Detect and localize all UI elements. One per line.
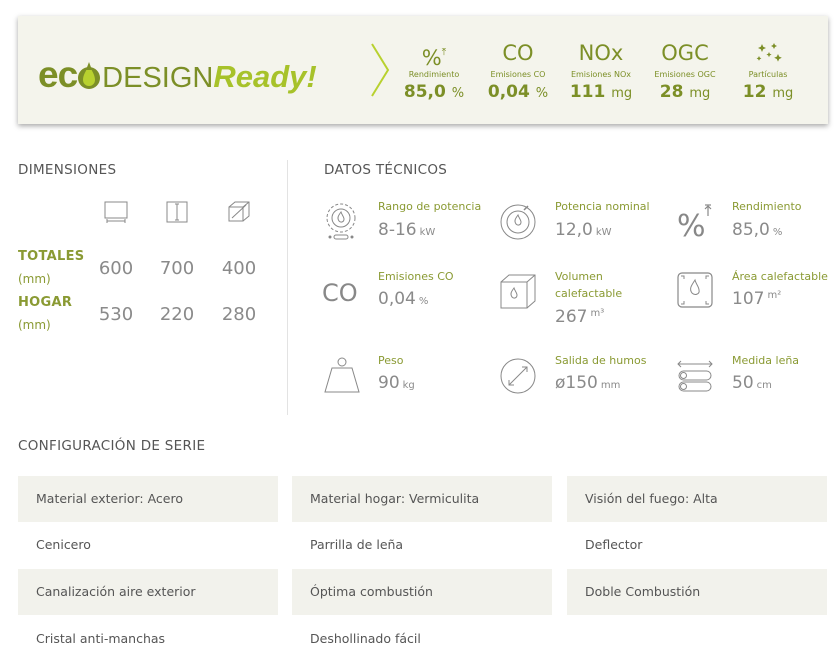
tech-label: Potencia nominal — [555, 200, 650, 213]
heated-area-icon — [677, 272, 713, 308]
dim-row-unit: (mm) — [18, 272, 51, 286]
metric-emisiones-co: CO Emisiones CO 0,04 % — [483, 36, 553, 102]
logo-design-text: DESIGN — [102, 62, 214, 94]
metric-value: 0,04 % — [487, 82, 549, 102]
tech-value: 85,0% — [732, 220, 783, 240]
percent-up-icon: %⤒ — [421, 46, 447, 70]
power-range-icon — [326, 203, 356, 240]
section-divider — [287, 160, 288, 415]
dim-row-unit: (mm) — [18, 318, 51, 332]
tech-label: Medida leña — [732, 354, 800, 367]
metric-label: Emisiones NOx — [570, 70, 632, 79]
dim-row-label: HOGAR — [18, 295, 73, 310]
dim-value: 600 — [98, 258, 134, 279]
config-item: Deflector — [585, 537, 643, 552]
tech-value: 90 kg — [378, 373, 415, 393]
leaf-drop-icon — [78, 62, 101, 89]
flue-outlet-icon — [500, 358, 536, 394]
dim-value: 280 — [221, 304, 257, 325]
tech-value: 0,04% — [378, 289, 429, 309]
efficiency-icon: % — [677, 204, 712, 242]
metric-label: Emisiones OGC — [654, 70, 716, 79]
metric-label: Rendimiento — [408, 70, 460, 79]
configuracion-title: CONFIGURACIÓN DE SERIE — [18, 438, 206, 454]
dim-row-label: TOTALES — [18, 249, 85, 264]
config-item: Visión del fuego: Alta — [567, 476, 827, 522]
config-item: Cenicero — [36, 537, 91, 552]
dim-value: 400 — [221, 258, 257, 279]
config-item: Deshollinado fácil — [310, 631, 421, 646]
tech-value: 8-16 kW — [378, 220, 436, 240]
logo-eco-text: ec — [38, 54, 78, 95]
datos-tecnicos-title: DATOS TÉCNICOS — [324, 162, 448, 178]
dimensiones-title: DIMENSIONES — [18, 162, 117, 178]
weight-icon — [324, 357, 360, 393]
co-icon: CO — [322, 279, 358, 307]
tech-value: 267 m³ — [555, 307, 605, 327]
metric-rendimiento: %⤒ Rendimiento 85,0 % — [401, 36, 467, 102]
tech-label: Rango de potencia — [378, 200, 482, 213]
tech-label: Emisiones CO — [378, 270, 454, 283]
logo-ready-text: Ready! — [213, 59, 317, 94]
metric-symbol: NOx — [578, 41, 624, 65]
depth-icon — [228, 201, 250, 222]
tech-label: Área calefactable — [732, 270, 828, 283]
metric-value: 85,0 % — [403, 82, 465, 102]
tech-label: Salida de humos — [555, 354, 647, 367]
tech-value: 50 cm — [732, 373, 772, 393]
tech-label: Peso — [378, 354, 404, 367]
metric-emisiones-ogc: OGC Emisiones OGC 28 mg — [647, 36, 723, 102]
config-item: Canalización aire exterior — [18, 569, 278, 615]
metric-value: 12 mg — [742, 82, 794, 102]
config-item: Óptima combustión — [292, 569, 552, 615]
metric-label: Emisiones CO — [490, 70, 546, 79]
particles-icon — [756, 43, 782, 62]
metric-value: 28 mg — [659, 82, 711, 102]
tech-value: ø150 mm — [555, 373, 621, 393]
config-item: Material hogar: Vermiculita — [292, 476, 552, 522]
tech-label: Volumen calefactable — [555, 270, 623, 300]
dim-value: 530 — [98, 304, 134, 325]
metric-value: 111 mg — [569, 82, 633, 102]
chevron-right-icon — [371, 43, 390, 97]
config-item: Parrilla de leña — [310, 537, 404, 552]
metric-symbol: OGC — [661, 41, 709, 65]
dim-value: 220 — [159, 304, 195, 325]
ecodesign-ready-logo: ec DESIGNReady! — [38, 54, 317, 95]
nominal-power-icon — [500, 204, 536, 240]
height-icon — [166, 201, 188, 223]
width-icon — [104, 201, 128, 223]
metric-emisiones-nox: NOx Emisiones NOx 111 mg — [563, 36, 639, 102]
config-item: Cristal anti-manchas — [36, 631, 166, 646]
ecodesign-banner: ec DESIGNReady! %⤒ Rendimiento 85,0 % CO… — [18, 16, 828, 124]
tech-label: Rendimiento — [732, 200, 802, 213]
metric-label: Partículas — [748, 70, 788, 79]
config-item: Doble Combustión — [567, 569, 827, 615]
svg-text:%: % — [677, 209, 706, 242]
tech-value: 12,0 kW — [555, 220, 612, 240]
config-item: Material exterior: Acero — [18, 476, 278, 522]
firewood-icon — [677, 360, 713, 392]
dim-value: 700 — [159, 258, 195, 279]
metric-symbol: CO — [502, 41, 534, 65]
metric-particulas: Partículas 12 mg — [735, 36, 801, 102]
heated-volume-icon — [500, 274, 536, 309]
tech-value: 107 m² — [732, 289, 782, 309]
